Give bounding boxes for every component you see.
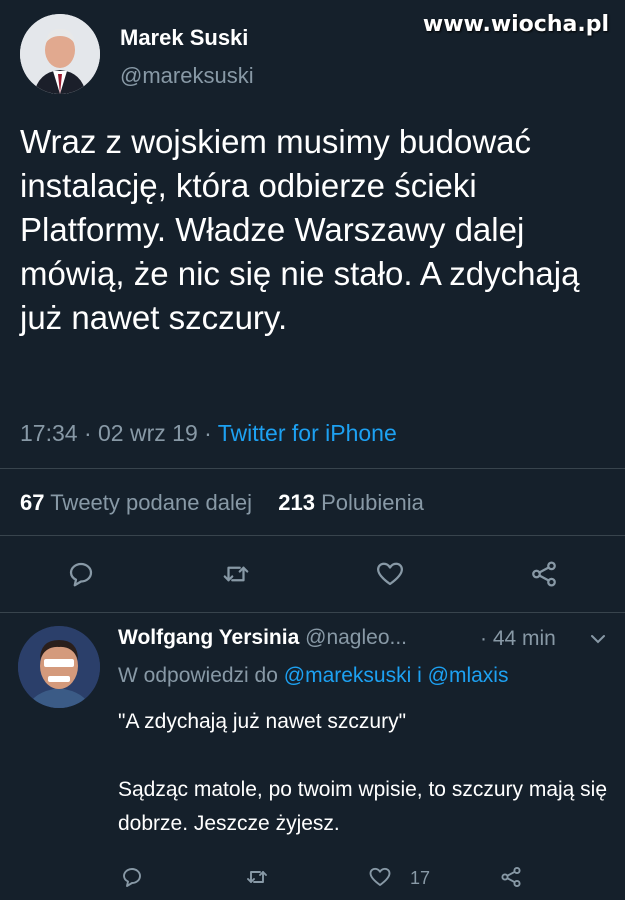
tweet-text: Wraz z wojskiem musimy budować instalacj… (20, 123, 580, 336)
meta-separator: · (204, 420, 218, 446)
tweet-actions (0, 553, 625, 597)
reply-author-handle[interactable]: @nagleo... (305, 626, 407, 649)
tweet-source-link[interactable]: Twitter for iPhone (218, 420, 397, 446)
likes-count[interactable]: 213 (278, 490, 315, 515)
replying-user-link[interactable]: @mareksuski (284, 664, 412, 687)
likes-label[interactable]: Polubienia (321, 490, 424, 515)
tweet-time: 17:34 (20, 420, 78, 446)
replying-and: i (417, 664, 422, 687)
retweet-icon[interactable] (240, 860, 274, 894)
divider (0, 612, 625, 613)
share-icon[interactable] (494, 860, 528, 894)
author-avatar[interactable] (20, 14, 100, 94)
reply-icon[interactable] (64, 557, 98, 591)
reply-author-name[interactable]: Wolfgang Yersinia (118, 626, 299, 649)
reply-body: Sądząc matole, po twoim wpisie, to szczu… (118, 778, 608, 835)
meta-separator: · (83, 420, 99, 446)
chevron-down-icon[interactable] (590, 632, 606, 650)
tweet-meta: 17:34 · 02 wrz 19 · Twitter for iPhone (20, 420, 397, 447)
reply-like-count: 17 (410, 868, 431, 888)
reply-author: Wolfgang Yersinia @nagleo... (118, 626, 407, 650)
share-icon[interactable] (527, 557, 561, 591)
reply-author-avatar[interactable] (18, 626, 100, 708)
reply-quote: "A zdychają już nawet szczury" (118, 710, 407, 733)
divider (0, 535, 625, 536)
replying-prefix: W odpowiedzi do (118, 664, 278, 687)
watermark: www.wiocha.pl (422, 12, 609, 37)
replying-user-link[interactable]: @mlaxis (428, 664, 509, 687)
divider (0, 468, 625, 469)
tweet-date: 02 wrz 19 (98, 420, 198, 446)
retweets-label[interactable]: Tweety podane dalej (50, 490, 252, 515)
heart-icon[interactable] (363, 860, 397, 894)
reply-time: · 44 min (480, 627, 556, 650)
reply-actions: 17 (0, 858, 625, 898)
tweet-stats: 67 Tweety podane dalej 213 Polubienia (20, 490, 424, 516)
reply-text: "A zdychają już nawet szczury" Sądząc ma… (118, 705, 618, 841)
retweets-count[interactable]: 67 (20, 490, 44, 515)
reply-icon[interactable] (115, 860, 149, 894)
retweet-icon[interactable] (219, 557, 253, 591)
author-name[interactable]: Marek Suski (120, 25, 248, 51)
author-handle[interactable]: @mareksuski (120, 63, 254, 89)
replying-to: W odpowiedzi do @mareksuski i @mlaxis (118, 664, 508, 688)
heart-icon[interactable] (373, 557, 407, 591)
